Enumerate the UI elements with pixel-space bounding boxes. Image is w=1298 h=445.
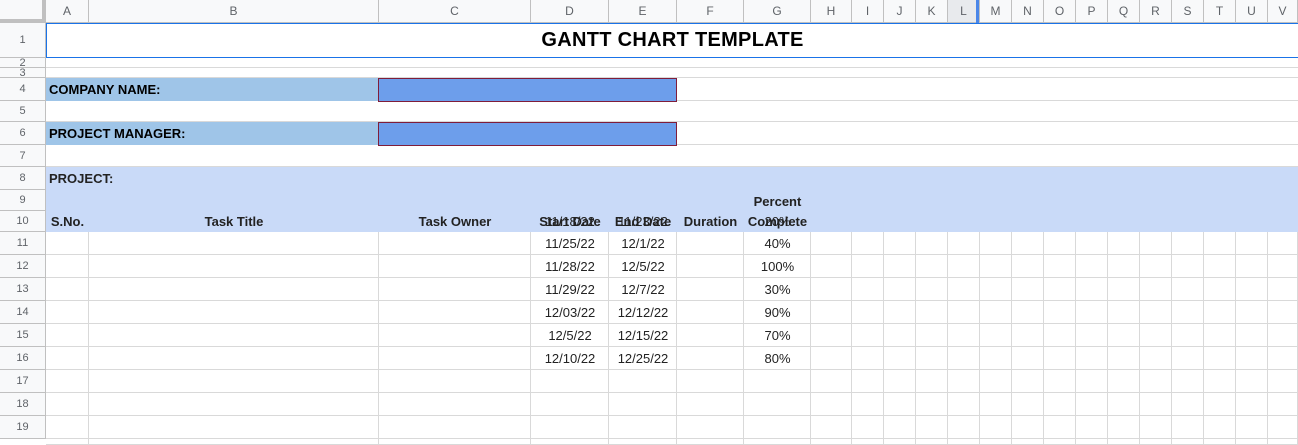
task-percent-complete[interactable]: 100% (744, 255, 811, 278)
column-header-n[interactable]: N (1012, 0, 1044, 23)
row-header-11[interactable]: 11 (0, 232, 46, 255)
select-all-corner[interactable] (0, 0, 46, 23)
row-header-14[interactable]: 14 (0, 301, 46, 324)
column-header-i[interactable]: I (852, 0, 884, 23)
column-header-m[interactable]: M (980, 0, 1012, 23)
column-header-j[interactable]: J (884, 0, 916, 23)
column-header-e[interactable]: E (609, 0, 677, 23)
task-start-date[interactable]: 12/10/22 (531, 347, 609, 370)
task-end-date[interactable]: 12/15/22 (609, 324, 677, 347)
row-header-13[interactable]: 13 (0, 278, 46, 301)
column-header-s[interactable]: S (1172, 0, 1204, 23)
task-percent-complete[interactable]: 90% (744, 301, 811, 324)
header-sno: S.No. (50, 213, 85, 229)
column-header-t[interactable]: T (1204, 0, 1236, 23)
task-end-date[interactable]: 12/7/22 (609, 278, 677, 301)
project-manager-input[interactable] (378, 122, 677, 146)
project-row (46, 167, 1298, 190)
task-end-date[interactable]: 12/12/22 (609, 301, 677, 324)
task-start-date[interactable]: 11/25/22 (531, 232, 609, 255)
row-header-3[interactable]: 3 (0, 67, 46, 79)
task-percent-complete[interactable]: 40% (744, 232, 811, 255)
project-label: PROJECT: (49, 170, 114, 186)
spreadsheet: ABCDEFGHIJKLMNOPQRSTUV 1 2 3 4 5 6 7 8 9 10 11 12 13… (0, 0, 1298, 445)
task-percent-complete[interactable]: 20% (744, 211, 811, 232)
column-header-g[interactable]: G (744, 0, 811, 23)
row-header-19[interactable]: 19 (0, 416, 46, 439)
row-header-7[interactable]: 7 (0, 145, 46, 167)
column-header-u[interactable]: U (1236, 0, 1268, 23)
header-duration: Duration (683, 213, 738, 229)
task-start-date[interactable]: 12/03/22 (531, 301, 609, 324)
task-start-date[interactable]: 11/28/22 (531, 255, 609, 278)
gantt-title[interactable]: GANTT CHART TEMPLATE (46, 23, 1298, 58)
grid-line (46, 392, 1298, 393)
row-header-5[interactable]: 5 (0, 101, 46, 122)
row-header-6[interactable]: 6 (0, 122, 46, 145)
row-header-16[interactable]: 16 (0, 347, 46, 370)
column-header-p[interactable]: P (1076, 0, 1108, 23)
task-start-date[interactable]: 11/29/22 (531, 278, 609, 301)
task-percent-complete[interactable]: 80% (744, 347, 811, 370)
column-header-v[interactable]: V (1268, 0, 1298, 23)
row-header-12[interactable]: 12 (0, 255, 46, 278)
task-end-date[interactable]: 12/5/22 (609, 255, 677, 278)
header-percent-line1: Percent (753, 194, 802, 209)
row-header-18[interactable]: 18 (0, 393, 46, 416)
column-header-c[interactable]: C (379, 0, 531, 23)
column-header-q[interactable]: Q (1108, 0, 1140, 23)
task-percent-complete[interactable]: 70% (744, 324, 811, 347)
column-header-f[interactable]: F (677, 0, 744, 23)
task-end-date[interactable]: 12/25/22 (609, 347, 677, 370)
row-header-4[interactable]: 4 (0, 78, 46, 101)
column-header-a[interactable]: A (46, 0, 89, 23)
header-task-owner: Task Owner (418, 213, 492, 229)
grid-line (46, 415, 1298, 416)
task-start-date[interactable]: 12/5/22 (531, 324, 609, 347)
column-header-b[interactable]: B (89, 0, 379, 23)
column-header-r[interactable]: R (1140, 0, 1172, 23)
grid-line (46, 438, 1298, 439)
task-end-date[interactable]: 12/1/22 (609, 232, 677, 255)
task-start-date[interactable]: 11/18/22 (531, 211, 609, 232)
project-manager-label: PROJECT MANAGER: (46, 122, 379, 145)
company-name-label: COMPANY NAME: (46, 78, 379, 101)
row-header-17[interactable]: 17 (0, 370, 46, 393)
row-header-8[interactable]: 8 (0, 167, 46, 190)
row-header-1[interactable]: 1 (0, 23, 46, 58)
column-header-d[interactable]: D (531, 0, 609, 23)
row-header-10[interactable]: 10 (0, 211, 46, 232)
column-header-k[interactable]: K (916, 0, 948, 23)
row-header-9[interactable]: 9 (0, 190, 46, 211)
company-name-input[interactable] (378, 78, 677, 102)
column-resize-handle[interactable] (976, 0, 979, 23)
header-task-title: Task Title (204, 213, 264, 229)
task-end-date[interactable]: 11/23/22 (609, 211, 677, 232)
grid-line (46, 67, 1298, 68)
column-header-h[interactable]: H (811, 0, 852, 23)
task-percent-complete[interactable]: 30% (744, 278, 811, 301)
row-header-15[interactable]: 15 (0, 324, 46, 347)
column-header-o[interactable]: O (1044, 0, 1076, 23)
